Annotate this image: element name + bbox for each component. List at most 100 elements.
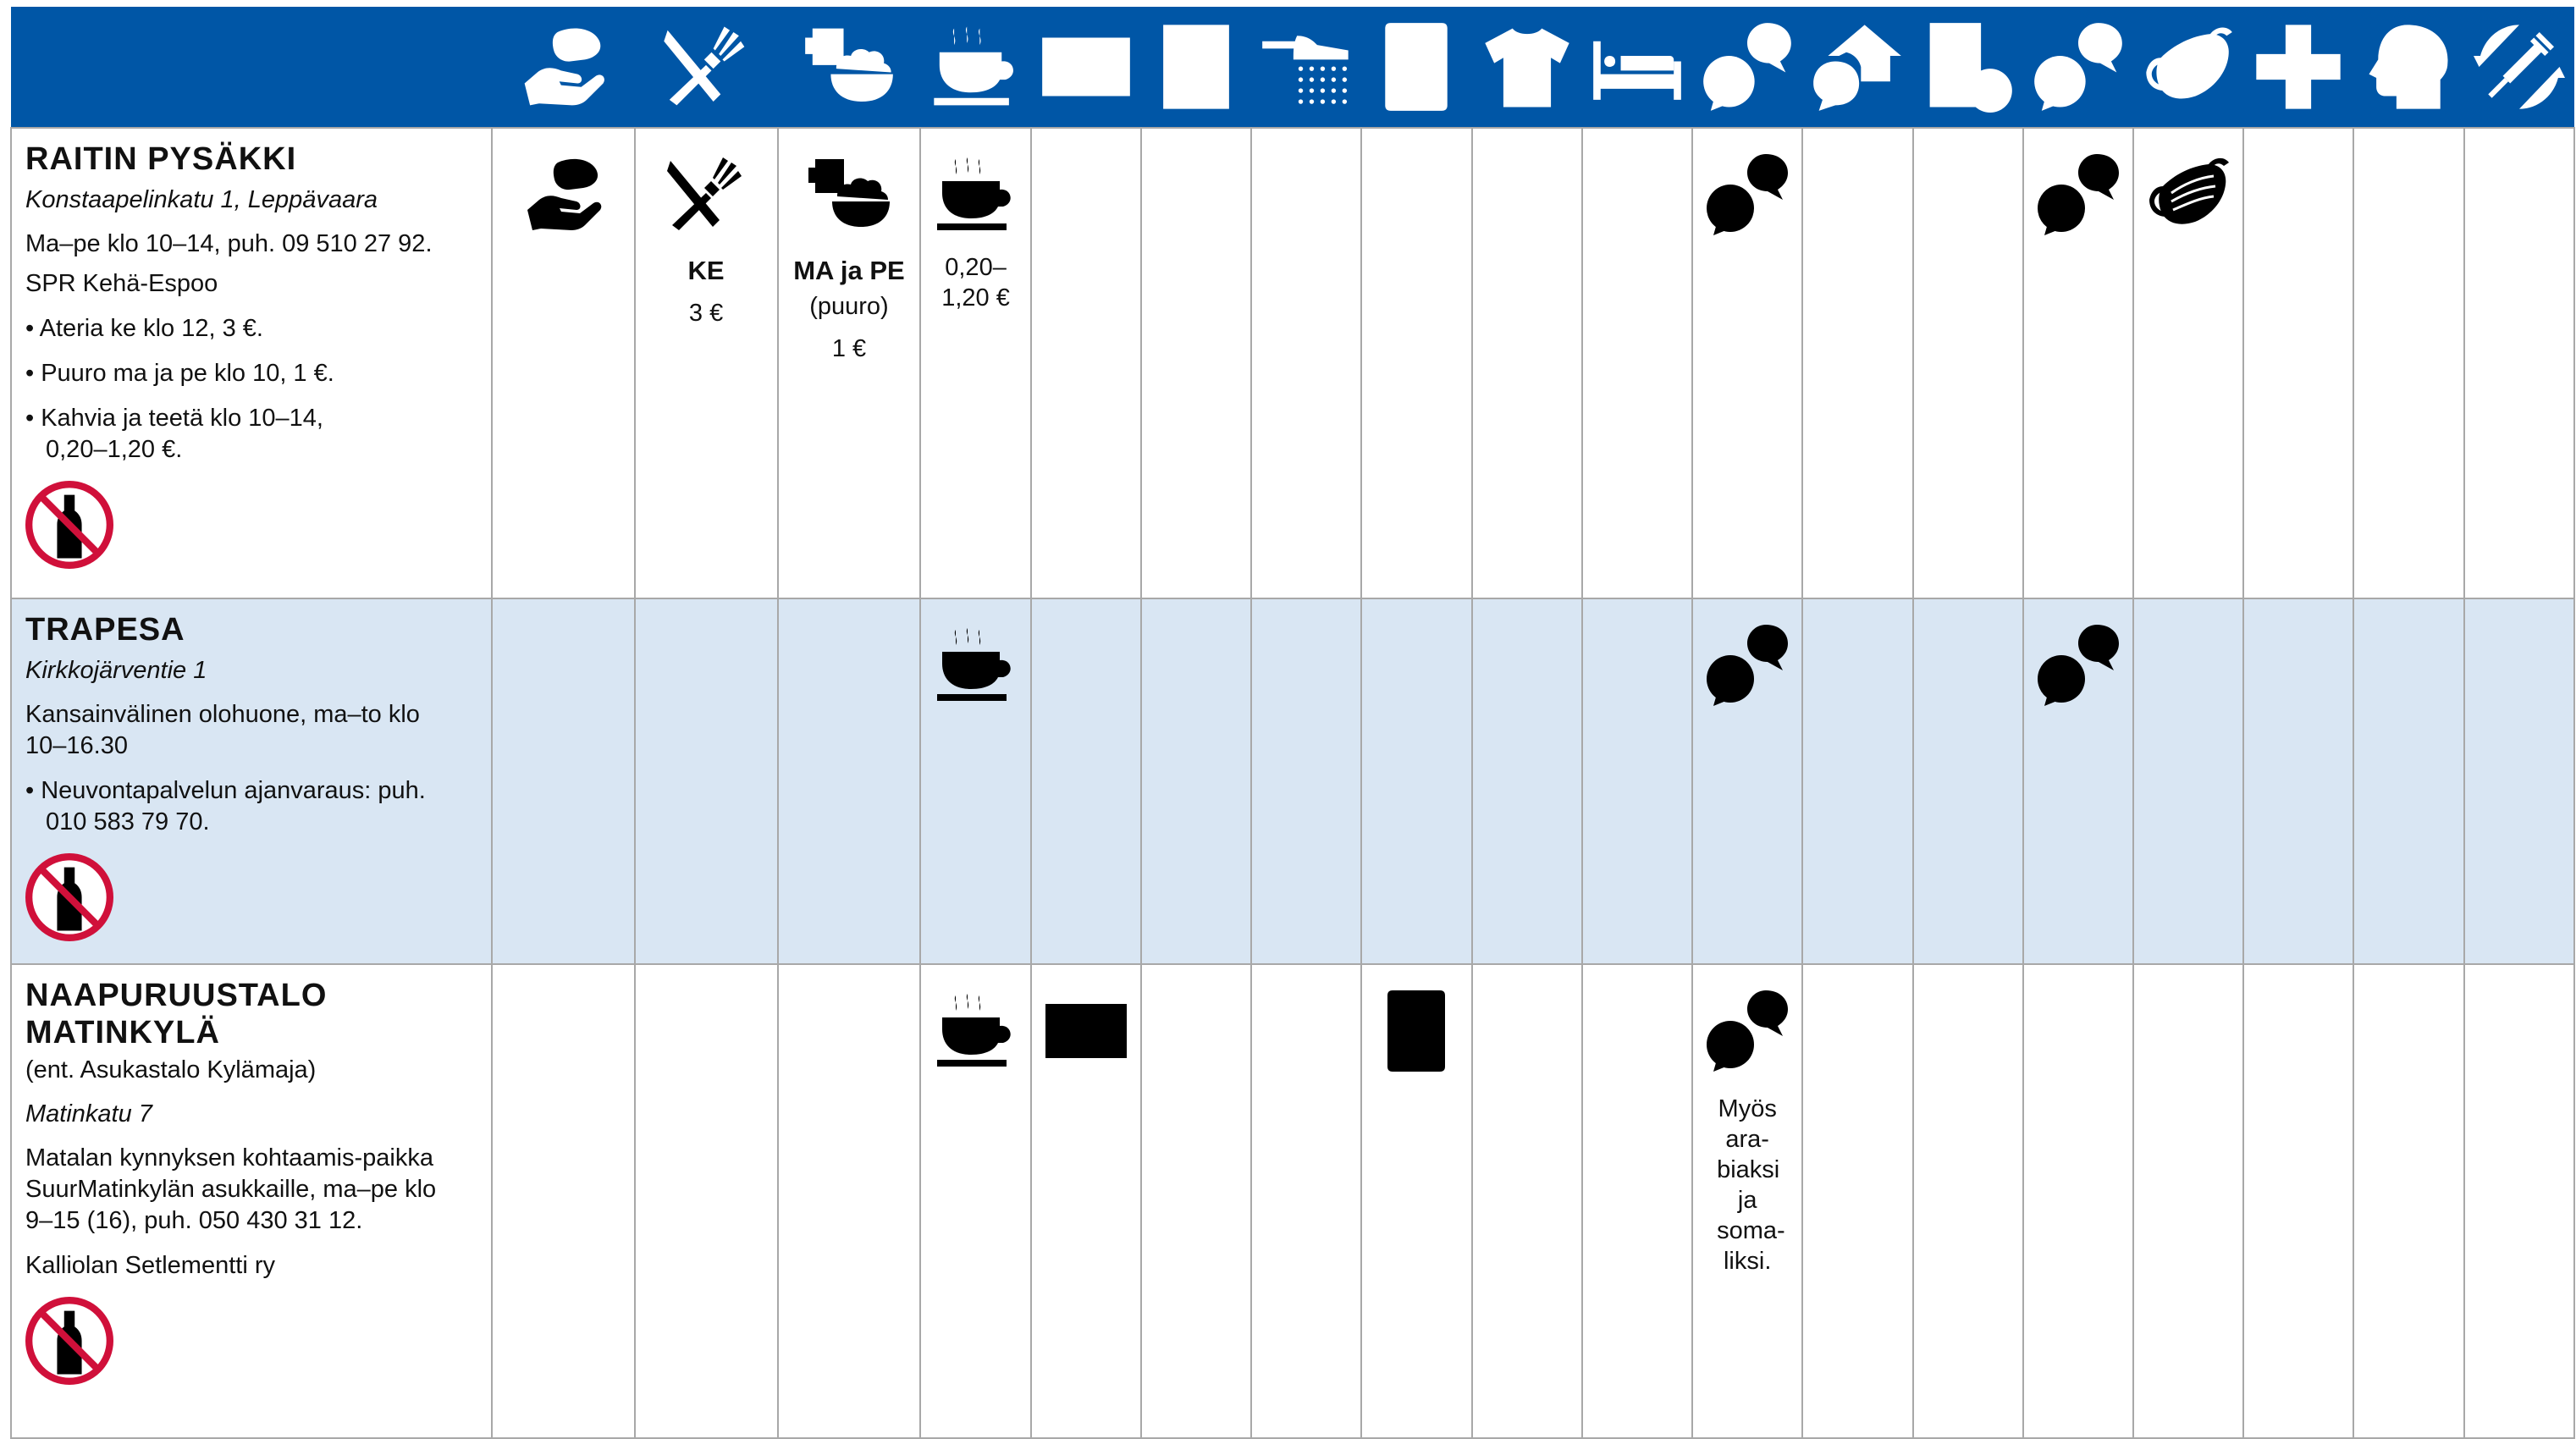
advice-question-icon xyxy=(1705,623,1790,708)
meal-day: KE xyxy=(687,256,725,285)
services-table: RAITIN PYSÄKKI Konstaapelinkatu 1, Leppä… xyxy=(10,7,2576,1439)
no-alcohol-icon xyxy=(25,481,113,569)
location-address: Konstaapelinkatu 1, Leppävaara xyxy=(25,186,378,213)
services-table-page: RAITIN PYSÄKKI Konstaapelinkatu 1, Leppä… xyxy=(0,0,2576,1439)
location-org: Kalliolan Setlementti ry xyxy=(25,1252,275,1279)
cell-shower xyxy=(1250,598,1363,965)
cell-housing xyxy=(1801,127,1914,599)
cell-coffee xyxy=(919,963,1032,1439)
cell-lodging xyxy=(1580,598,1694,965)
location-hours: Ma–pe klo 10–14, puh. 09 510 27 92. xyxy=(25,230,433,257)
cell-meal xyxy=(633,598,779,965)
table-row: TRAPESA Kirkkojärventie 1 Kansainvälinen… xyxy=(10,598,2576,965)
header-chat xyxy=(2022,7,2133,128)
cell-wifi xyxy=(1360,963,1473,1439)
mental-health-icon xyxy=(2364,21,2455,113)
bread-hand-icon xyxy=(517,21,609,113)
washing-machine-icon xyxy=(1150,21,1242,113)
cell-mask xyxy=(2132,127,2245,599)
cell-laundry xyxy=(1139,598,1253,965)
cell-advice xyxy=(1691,127,1804,599)
cell-health xyxy=(2242,963,2355,1439)
cell-advice xyxy=(1691,598,1804,965)
cell-chat xyxy=(2022,963,2135,1439)
header-corner xyxy=(11,7,492,128)
cell-microwave xyxy=(1029,963,1142,1439)
no-alcohol-icon xyxy=(25,1297,113,1385)
porridge-price: 1 € xyxy=(831,335,867,362)
cell-laundry xyxy=(1139,963,1253,1439)
header-row xyxy=(11,7,2574,128)
cell-mental-health xyxy=(2353,127,2465,599)
header-mental-health xyxy=(2353,7,2464,128)
no-alcohol-icon xyxy=(25,853,113,941)
location-info: NAAPURUUSTALO MATINKYLÄ (ent. Asukastalo… xyxy=(10,963,493,1439)
cell-health xyxy=(2242,127,2355,599)
porridge-days: MA ja PE xyxy=(793,256,905,285)
location-address: Kirkkojärventie 1 xyxy=(25,657,207,684)
cell-wifi xyxy=(1360,598,1473,965)
cell-mask xyxy=(2132,963,2245,1439)
list-item: • Ateria ke klo 12, 3 €. xyxy=(25,315,263,342)
chat-icon xyxy=(2036,152,2121,237)
housing-advice-icon xyxy=(1812,21,1903,113)
header-advice xyxy=(1692,7,1803,128)
cell-microwave xyxy=(1029,127,1142,599)
cutlery-icon xyxy=(664,152,748,237)
cell-finance xyxy=(1911,598,2024,965)
cell-health xyxy=(2242,598,2355,965)
header-shower xyxy=(1251,7,1362,128)
cell-lodging xyxy=(1580,963,1694,1439)
cell-wifi xyxy=(1360,127,1473,599)
cell-lodging xyxy=(1580,127,1694,599)
header-wifi xyxy=(1361,7,1472,128)
phone-wifi-icon xyxy=(1371,21,1462,113)
bread-hand-icon xyxy=(521,152,605,237)
coffee-icon xyxy=(930,21,1022,113)
location-info: TRAPESA Kirkkojärventie 1 Kansainvälinen… xyxy=(10,598,493,965)
cell-porridge xyxy=(776,963,922,1439)
cell-food-bank xyxy=(490,963,636,1439)
location-description: Kansainvälinen olohuone, ma–to klo 10–16… xyxy=(25,701,420,759)
header-health xyxy=(2243,7,2354,128)
vaccination-icon xyxy=(2474,21,2565,113)
coffee-price: 0,20–1,20 € xyxy=(941,254,1010,312)
cell-mental-health xyxy=(2353,598,2465,965)
cell-clothes xyxy=(1470,127,1583,599)
microwave-icon xyxy=(1040,21,1132,113)
tshirt-icon xyxy=(1481,21,1573,113)
location-former-name: (ent. Asukastalo Kylämaja) xyxy=(25,1056,317,1083)
cutlery-icon xyxy=(660,21,752,113)
table-row: RAITIN PYSÄKKI Konstaapelinkatu 1, Leppä… xyxy=(10,127,2576,599)
cell-laundry xyxy=(1139,127,1253,599)
chat-icon xyxy=(2036,623,2121,708)
advice-question-icon xyxy=(1705,989,1790,1073)
coffee-icon xyxy=(934,623,1018,708)
table-row: NAAPURUUSTALO MATINKYLÄ (ent. Asukastalo… xyxy=(10,963,2576,1439)
cell-advice: Myös ara-biaksi ja soma-liksi. xyxy=(1691,963,1804,1439)
location-description: Matalan kynnyksen kohtaamis-paikka SuurM… xyxy=(25,1144,437,1234)
header-vaccination xyxy=(2463,7,2574,128)
location-org: SPR Kehä-Espoo xyxy=(25,270,218,297)
header-porridge xyxy=(777,7,921,128)
microwave-icon xyxy=(1044,989,1128,1073)
cell-vaccination xyxy=(2463,127,2576,599)
cell-finance xyxy=(1911,963,2024,1439)
location-name: NAAPURUUSTALO MATINKYLÄ xyxy=(25,978,328,1050)
location-address: Matinkatu 7 xyxy=(25,1100,152,1127)
porridge-icon xyxy=(807,152,891,237)
cell-housing xyxy=(1801,598,1914,965)
header-laundry xyxy=(1140,7,1252,128)
cell-chat xyxy=(2022,127,2135,599)
porridge-note: (puuro) xyxy=(809,293,889,320)
face-mask-icon xyxy=(2146,152,2231,237)
bed-icon xyxy=(1591,21,1683,113)
cell-clothes xyxy=(1470,598,1583,965)
cell-mental-health xyxy=(2353,963,2465,1439)
location-info: RAITIN PYSÄKKI Konstaapelinkatu 1, Leppä… xyxy=(10,127,493,599)
health-cross-icon xyxy=(2253,21,2344,113)
list-item: • Neuvontapalvelun ajanvaraus: puh. 010 … xyxy=(25,777,426,835)
cell-porridge: MA ja PE (puuro) 1 € xyxy=(776,127,922,599)
location-name: TRAPESA xyxy=(25,612,185,648)
cell-shower xyxy=(1250,963,1363,1439)
